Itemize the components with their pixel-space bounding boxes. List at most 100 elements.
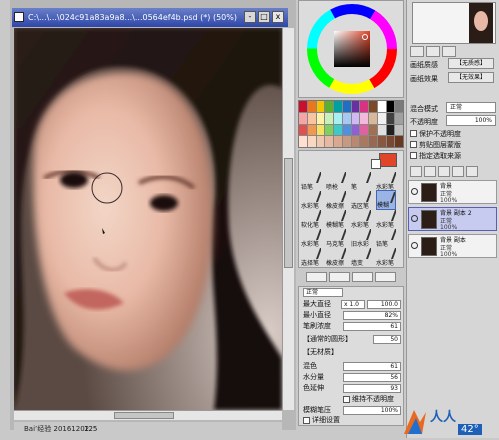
color-swatch[interactable]: [342, 101, 351, 112]
color-swatch[interactable]: [299, 136, 307, 147]
color-swatch[interactable]: [334, 101, 342, 112]
layer-tool-4[interactable]: [452, 166, 464, 177]
color-swatch[interactable]: [386, 124, 395, 136]
tool-button[interactable]: 铅笔: [376, 228, 396, 248]
tool-button[interactable]: 模糊笔: [326, 209, 346, 229]
brush-shape-label[interactable]: 【通常的圆形】: [303, 334, 352, 344]
color-swatch[interactable]: [325, 112, 333, 124]
color-swatch[interactable]: [395, 112, 403, 124]
brush-mode-select[interactable]: 正常: [303, 288, 343, 297]
color-swatch[interactable]: [342, 136, 351, 147]
color-swatch[interactable]: [334, 136, 342, 147]
min-diameter-field[interactable]: 82%: [343, 311, 401, 320]
color-swatch[interactable]: [360, 124, 368, 136]
max-diameter-mult[interactable]: x 1.0: [341, 300, 365, 309]
details-checkbox[interactable]: [303, 417, 310, 424]
color-swatch[interactable]: [351, 124, 360, 136]
navigator-preview[interactable]: [412, 2, 496, 44]
color-swatch[interactable]: [377, 124, 386, 136]
tool-button[interactable]: 橡皮擦: [326, 190, 346, 210]
visibility-eye-icon[interactable]: [411, 215, 418, 222]
color-swatch[interactable]: [342, 124, 351, 136]
tool-button[interactable]: 马克笔: [326, 228, 346, 248]
brush-shape-1[interactable]: [306, 272, 327, 282]
tool-button[interactable]: 水彩笔: [376, 209, 396, 229]
tool-button[interactable]: 软化笔: [301, 209, 321, 229]
color-swatch[interactable]: [369, 136, 377, 147]
color-swatch[interactable]: [351, 136, 360, 147]
maximize-button[interactable]: □: [258, 11, 270, 23]
color-swatch[interactable]: [395, 101, 403, 112]
clip-group-checkbox[interactable]: [410, 141, 417, 148]
color-swatch[interactable]: [377, 101, 386, 112]
color-swatch[interactable]: [307, 136, 316, 147]
blur-pressure-field[interactable]: 100%: [343, 406, 401, 415]
brush-shape-3[interactable]: [352, 272, 373, 282]
canvas-image[interactable]: [14, 28, 282, 410]
color-swatch[interactable]: [377, 136, 386, 147]
color-swatch[interactable]: [316, 101, 325, 112]
tool-button[interactable]: 水彩笔: [301, 190, 321, 210]
color-swatch-grid[interactable]: [298, 100, 404, 148]
visibility-eye-icon[interactable]: [411, 242, 418, 249]
layer-row[interactable]: 背景 副本 正常 100%: [408, 234, 497, 258]
layer-row[interactable]: 背景 正常 100%: [408, 180, 497, 204]
color-swatch[interactable]: [299, 101, 307, 112]
visibility-eye-icon[interactable]: [411, 188, 418, 195]
color-wheel-panel[interactable]: [298, 0, 404, 98]
color-swatch[interactable]: [325, 136, 333, 147]
brush-shape-buttons[interactable]: [306, 272, 396, 282]
layer-tool-1[interactable]: [410, 166, 422, 177]
blend-field[interactable]: 61: [343, 362, 401, 371]
color-swatch[interactable]: [316, 112, 325, 124]
tool-button[interactable]: 水彩笔: [301, 228, 321, 248]
color-swatch[interactable]: [307, 101, 316, 112]
brush-shape-4[interactable]: [375, 272, 396, 282]
keep-opacity-checkbox[interactable]: [343, 396, 350, 403]
brush-shape-2[interactable]: [329, 272, 350, 282]
tool-button[interactable]: 旧水彩: [351, 228, 371, 248]
color-swatch[interactable]: [377, 112, 386, 124]
color-swatch[interactable]: [307, 112, 316, 124]
texture-label[interactable]: 【无材质】: [303, 347, 338, 357]
color-swatch[interactable]: [369, 112, 377, 124]
paper-texture-select[interactable]: 【无质感】: [448, 58, 494, 69]
blend-mode-select[interactable]: 正常: [446, 102, 496, 113]
tool-panel[interactable]: 铅笔 喷枪笔水彩笔 水彩笔 橡皮擦 选区笔 模糊 软化笔 模糊笔 水彩笔 水彩笔 水彩笔 马克笔 旧水彩…: [298, 150, 404, 268]
horizontal-scrollbar[interactable]: [14, 410, 282, 420]
color-swatch[interactable]: [299, 112, 307, 124]
tool-button[interactable]: 水彩笔: [351, 209, 371, 229]
vertical-scroll-thumb[interactable]: [284, 158, 293, 268]
select-source-checkbox[interactable]: [410, 152, 417, 159]
color-swatch[interactable]: [395, 136, 403, 147]
tool-button[interactable]: 选区笔: [351, 190, 371, 210]
color-swatch[interactable]: [307, 124, 316, 136]
navigator-button-1[interactable]: [410, 46, 424, 57]
secondary-color-swatch[interactable]: [371, 159, 381, 169]
color-swatch[interactable]: [386, 136, 395, 147]
color-swatch[interactable]: [369, 101, 377, 112]
color-swatch[interactable]: [351, 101, 360, 112]
color-swatch[interactable]: [386, 112, 395, 124]
color-swatch[interactable]: [360, 112, 368, 124]
color-swatch[interactable]: [351, 112, 360, 124]
water-field[interactable]: 56: [343, 373, 401, 382]
tool-button[interactable]: 墙变: [351, 247, 371, 267]
minimize-button[interactable]: -: [244, 11, 256, 23]
color-swatch[interactable]: [386, 101, 395, 112]
color-swatch[interactable]: [316, 136, 325, 147]
color-swatch[interactable]: [325, 124, 333, 136]
max-diameter-field[interactable]: 100.0: [367, 300, 401, 309]
color-swatch[interactable]: [369, 124, 377, 136]
close-button[interactable]: x: [272, 11, 284, 23]
color-swatch[interactable]: [360, 101, 368, 112]
protect-opacity-checkbox[interactable]: [410, 130, 417, 137]
tool-button[interactable]: 笔: [351, 171, 371, 191]
paper-effect-select[interactable]: 【无效果】: [448, 72, 494, 83]
tool-button[interactable]: 水彩笔: [376, 171, 396, 191]
opacity-field[interactable]: 100%: [446, 115, 496, 126]
vertical-scrollbar[interactable]: [282, 28, 294, 410]
layer-tool-3[interactable]: [438, 166, 450, 177]
navigator-button-2[interactable]: [426, 46, 440, 57]
density-field[interactable]: 61: [343, 322, 401, 331]
